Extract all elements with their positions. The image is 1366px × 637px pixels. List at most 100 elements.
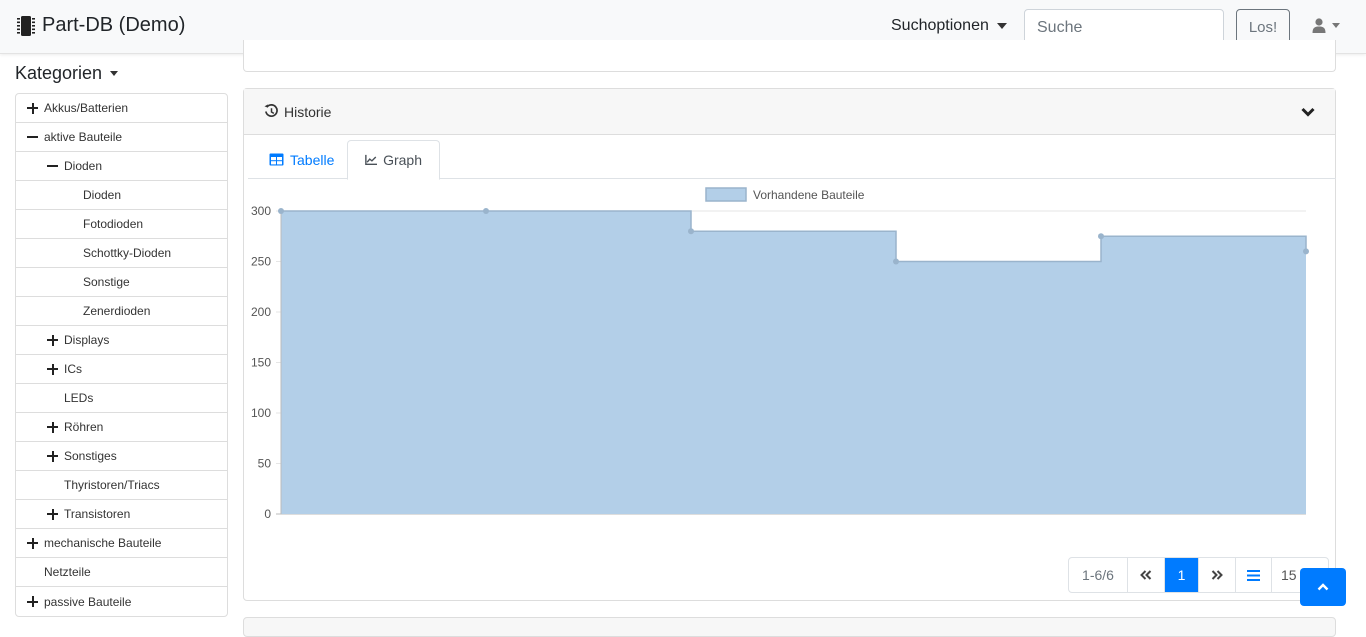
history-tabs: Tabelle Graph [248,140,1336,180]
tree-item-label: Transistoren [64,507,131,521]
page-button-current[interactable]: 1 [1165,558,1199,592]
page-length-menu-button[interactable] [1236,558,1272,592]
line-chart-icon [365,154,378,166]
tree-item-label: LEDs [64,391,94,405]
tree-item-label: Dioden [64,159,103,173]
double-chevron-left-icon [1140,570,1152,580]
tree-item-label: Röhren [64,420,104,434]
plus-icon[interactable] [27,102,38,114]
minus-icon[interactable] [47,161,58,172]
tree-item[interactable]: Netzteile [16,558,227,587]
tree-item[interactable]: Fotodioden [16,210,227,239]
data-point [1098,233,1104,240]
search-options-dropdown[interactable]: Suchoptionen [891,17,1007,35]
tree-item[interactable]: Dioden [16,181,227,210]
tree-item[interactable]: Sonstige [16,268,227,297]
data-point [893,258,899,265]
chevron-down-icon[interactable] [1301,107,1315,117]
tab-table[interactable]: Tabelle [252,140,351,179]
last-page-button[interactable] [1199,558,1236,592]
plus-icon[interactable] [47,421,58,433]
tree-item-label: Displays [64,333,110,347]
tree-item-label: passive Bauteile [44,594,132,609]
y-tick-label: 300 [251,204,271,218]
pagination-info: 1-6/6 [1069,558,1128,592]
first-page-button[interactable] [1128,558,1165,592]
tree-item-label: Schottky-Dioden [83,246,172,260]
info-card [243,40,1336,72]
y-tick-label: 200 [251,305,271,319]
plus-icon[interactable] [27,596,38,607]
tree-item-label: Sonstige [83,275,130,289]
categories-dropdown[interactable]: Kategorien [15,63,119,84]
data-point [483,208,489,214]
tab-graph[interactable]: Graph [347,140,440,180]
tree-item-label: Netzteile [44,565,91,579]
list-icon [1247,569,1260,581]
tab-graph-label: Graph [383,152,422,168]
tree-item[interactable]: aktive Bauteile [16,123,227,152]
data-point [278,208,284,214]
tab-table-label: Tabelle [290,151,335,168]
tree-item-label: Dioden [83,188,122,202]
search-options-label: Suchoptionen [891,17,989,34]
next-card [243,617,1336,637]
plus-icon[interactable] [47,450,58,462]
tree-item-label: Sonstiges [64,449,117,463]
caret-down-icon [1332,23,1340,28]
tree-item[interactable]: Dioden [16,152,227,181]
tree-item[interactable]: passive Bauteile [16,587,227,616]
data-point [1303,248,1309,255]
tree-item[interactable]: LEDs [16,384,227,413]
user-icon [1312,18,1326,33]
app-title: Part-DB (Demo) [42,14,186,36]
plus-icon[interactable] [47,508,58,520]
tree-item-label: Fotodioden [83,217,144,231]
legend-label: Vorhandene Bauteile [753,188,865,202]
y-tick-label: 150 [251,356,271,370]
tree-item-label: ICs [64,362,82,376]
table-icon [269,153,284,166]
tree-item[interactable]: Displays [16,326,227,355]
tree-item[interactable]: Röhren [16,413,227,442]
minus-icon[interactable] [27,132,38,143]
tree-item-label: Thyristoren/Triacs [64,478,160,492]
category-tree: Akkus/Batterien aktive Bauteile Dioden Diod… [15,93,228,617]
data-point [688,228,694,235]
brand-link[interactable]: Part-DB (Demo) [16,14,185,37]
history-card: Historie Tabelle Graph 0 50 100 150 200 250 30… [243,88,1336,601]
user-menu-dropdown[interactable] [1312,18,1340,33]
history-title: Historie [284,103,332,120]
tree-item[interactable]: mechanische Bauteile [16,529,227,558]
plus-icon[interactable] [47,334,58,346]
y-tick-label: 100 [251,406,271,420]
tree-item[interactable]: Sonstiges [16,442,227,471]
history-header[interactable]: Historie [244,89,1335,135]
caret-down-icon [110,71,119,76]
legend-swatch [705,187,747,202]
scroll-to-top-button[interactable] [1300,568,1346,606]
y-tick-label: 0 [264,507,271,521]
y-tick-label: 50 [258,457,272,471]
tree-item[interactable]: Thyristoren/Triacs [16,471,227,500]
tree-item-label: Zenerdioden [83,304,151,318]
tree-item[interactable]: Zenerdioden [16,297,227,326]
double-chevron-right-icon [1211,570,1223,580]
chevron-up-icon [1317,583,1329,591]
tree-item[interactable]: ICs [16,355,227,384]
history-icon [264,104,278,117]
tree-item[interactable]: Transistoren [16,500,227,529]
categories-title: Kategorien [15,63,103,83]
history-chart: 0 50 100 150 200 250 300 Vorhandene Bauteile [244,181,1335,521]
history-chart-svg: 0 50 100 150 200 250 300 Vorhandene Bauteile [251,187,1309,521]
tree-item[interactable]: Akkus/Batterien [16,94,227,123]
tree-item[interactable]: Schottky-Dioden [16,239,227,268]
tree-item-label: Akkus/Batterien [44,101,129,115]
plus-icon[interactable] [27,537,38,549]
caret-down-icon [996,23,1007,29]
plus-icon[interactable] [47,363,58,375]
tree-item-label: aktive Bauteile [44,130,123,144]
series-area [281,211,1306,514]
